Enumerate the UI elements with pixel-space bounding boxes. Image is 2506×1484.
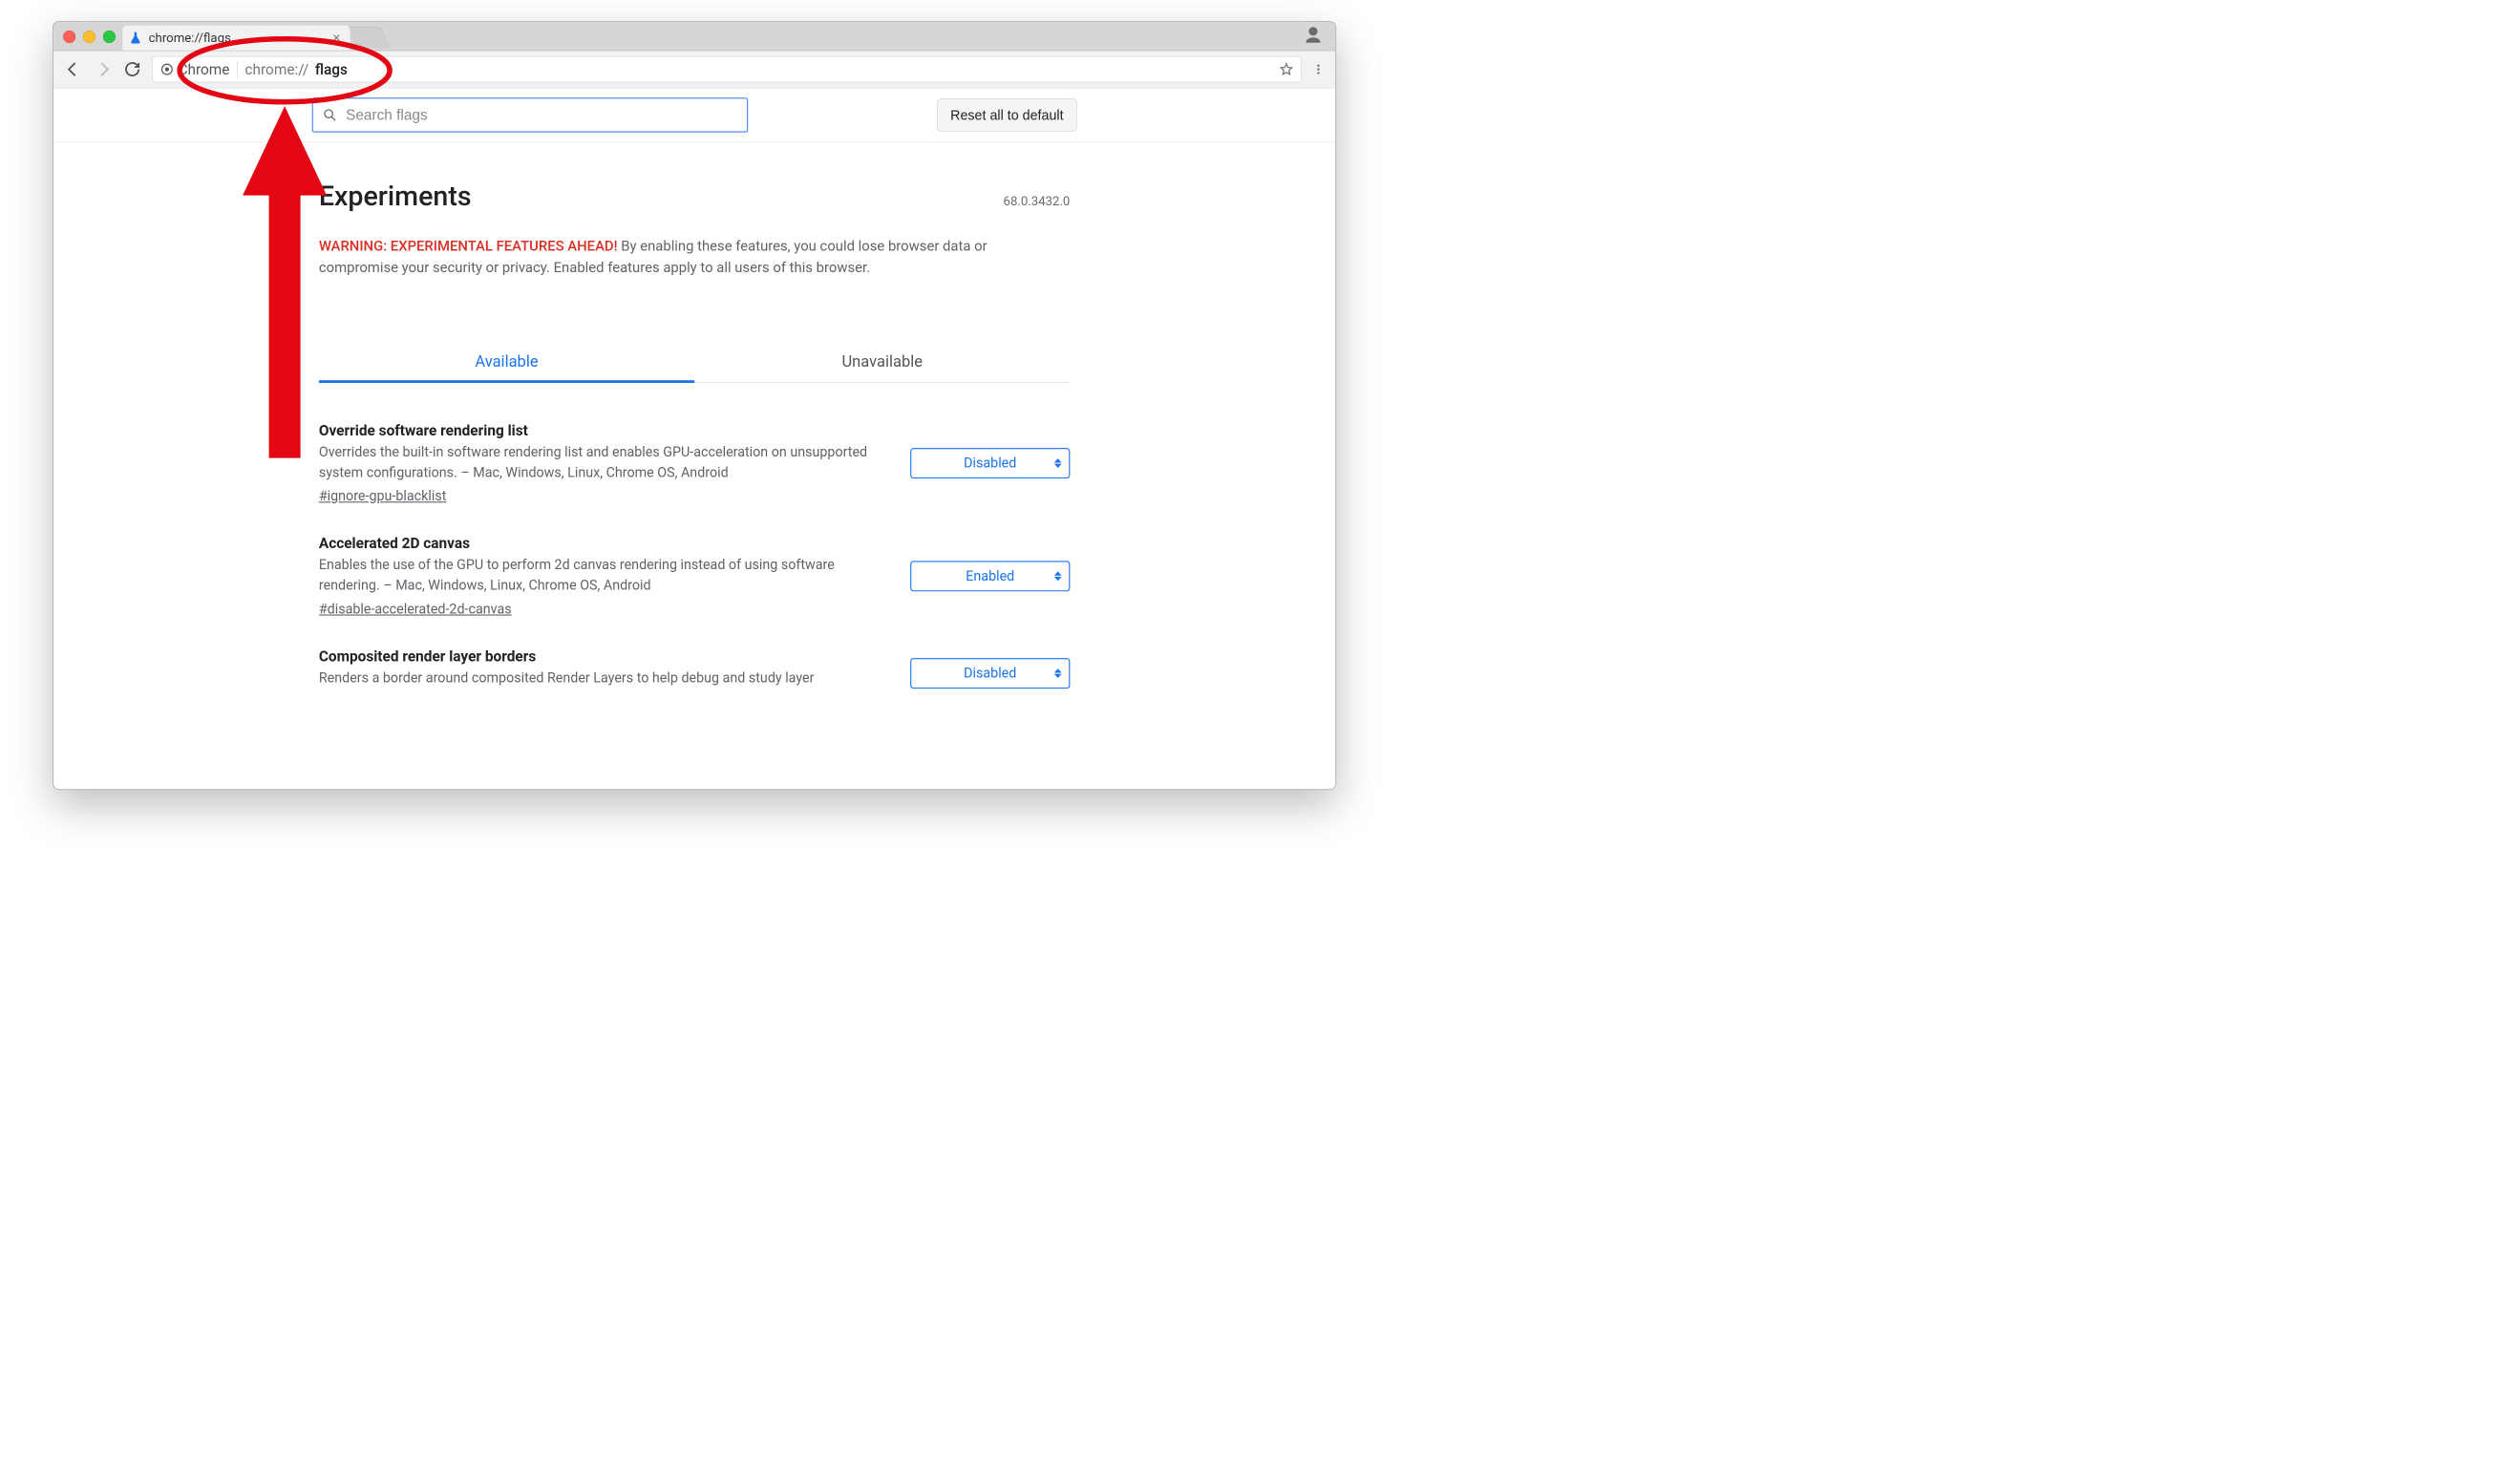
- content-tabs: Available Unavailable: [319, 341, 1071, 383]
- toolbar: Chrome chrome:// flags: [53, 51, 1335, 88]
- address-bar[interactable]: Chrome chrome:// flags: [153, 56, 1302, 82]
- browser-window: chrome://flags ✕: [53, 21, 1336, 790]
- divider: [237, 61, 238, 78]
- flag-description: Renders a border around composited Rende…: [319, 668, 889, 689]
- flag-state-select[interactable]: Disabled: [910, 658, 1070, 689]
- flag-title: Accelerated 2D canvas: [319, 535, 889, 552]
- tab-available[interactable]: Available: [319, 341, 694, 382]
- profile-icon[interactable]: [1303, 25, 1324, 46]
- browser-tab[interactable]: chrome://flags ✕: [122, 25, 351, 51]
- chrome-icon: [160, 62, 174, 75]
- flag-description: Enables the use of the GPU to perform 2d…: [319, 555, 889, 596]
- url-scheme: chrome://: [244, 61, 308, 78]
- flag-item: Override software rendering list Overrid…: [319, 404, 1071, 517]
- flag-item: Composited render layer borders Renders …: [319, 629, 1071, 710]
- flag-state-select[interactable]: Enabled: [910, 561, 1070, 591]
- tab-unavailable[interactable]: Unavailable: [694, 341, 1070, 382]
- window-controls: [63, 31, 116, 43]
- flag-description: Overrides the built-in software renderin…: [319, 442, 889, 483]
- flag-anchor-link[interactable]: #disable-accelerated-2d-canvas: [319, 602, 512, 618]
- flask-icon: [129, 31, 142, 44]
- flag-state-select[interactable]: Disabled: [910, 448, 1070, 478]
- warning-text: WARNING: EXPERIMENTAL FEATURES AHEAD! By…: [319, 235, 1071, 278]
- new-tab-button[interactable]: [349, 27, 390, 49]
- page-title: Experiments: [319, 180, 472, 213]
- search-input[interactable]: [345, 106, 737, 124]
- overflow-menu-icon[interactable]: [1312, 60, 1325, 79]
- select-chevrons-icon: [1054, 571, 1062, 581]
- page-content: Reset all to default Experiments 68.0.34…: [53, 88, 1335, 790]
- site-chip-label: Chrome: [178, 61, 229, 78]
- url-path: flags: [315, 61, 348, 78]
- reset-all-button[interactable]: Reset all to default: [937, 98, 1076, 131]
- search-flags-box[interactable]: [312, 97, 749, 132]
- flag-state-value: Disabled: [964, 666, 1016, 682]
- tab-bar: chrome://flags ✕: [53, 22, 1335, 51]
- flag-state-value: Disabled: [964, 456, 1016, 472]
- chrome-version: 68.0.3432.0: [1004, 194, 1071, 208]
- select-chevrons-icon: [1054, 668, 1062, 678]
- window-maximize-button[interactable]: [103, 31, 116, 43]
- flag-state-value: Enabled: [966, 568, 1014, 584]
- site-chip: Chrome: [160, 61, 230, 78]
- bookmark-star-icon[interactable]: [1279, 62, 1293, 76]
- flag-anchor-link[interactable]: #ignore-gpu-blacklist: [319, 489, 447, 505]
- search-row: Reset all to default: [53, 88, 1335, 142]
- close-tab-icon[interactable]: ✕: [329, 30, 344, 47]
- warning-lead: WARNING: EXPERIMENTAL FEATURES AHEAD!: [319, 238, 618, 255]
- flag-item: Accelerated 2D canvas Enables the use of…: [319, 517, 1071, 629]
- select-chevrons-icon: [1054, 458, 1062, 468]
- reload-button[interactable]: [123, 60, 142, 79]
- flag-title: Composited render layer borders: [319, 647, 889, 665]
- flag-title: Override software rendering list: [319, 422, 889, 439]
- search-icon: [323, 108, 337, 122]
- window-minimize-button[interactable]: [83, 31, 96, 43]
- back-button[interactable]: [64, 60, 83, 79]
- forward-button[interactable]: [94, 60, 113, 79]
- tab-title: chrome://flags: [149, 31, 323, 45]
- flags-list: Override software rendering list Overrid…: [319, 404, 1071, 711]
- window-close-button[interactable]: [63, 31, 75, 43]
